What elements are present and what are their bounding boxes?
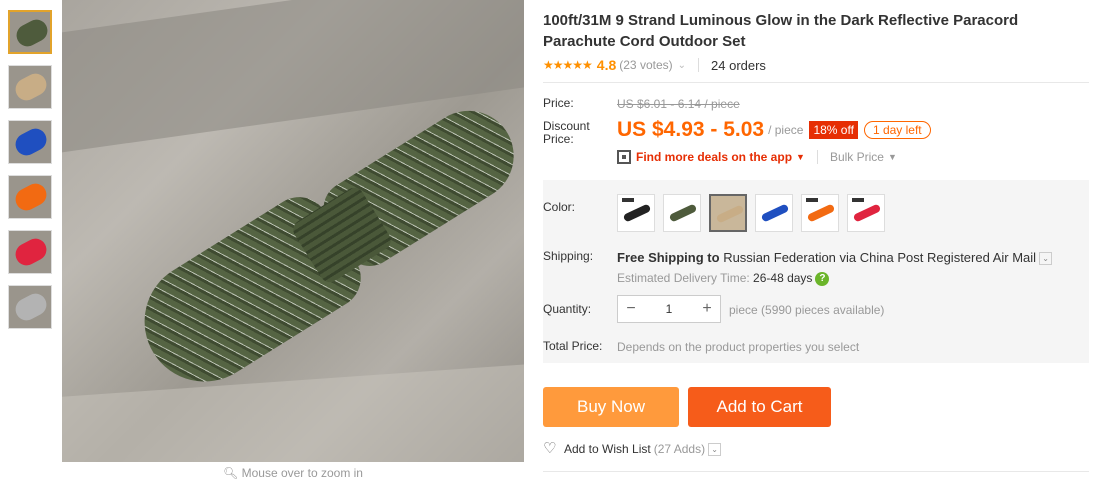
- rating-value: 4.8: [596, 57, 617, 73]
- price-label: Price:: [543, 96, 574, 110]
- divider: [698, 58, 700, 72]
- quantity-increase-button[interactable]: +: [694, 296, 720, 322]
- add-to-cart-button[interactable]: Add to Cart: [688, 387, 831, 427]
- wish-list-row: ♡ Add to Wish List (27 Adds) ⌄: [543, 441, 722, 456]
- color-label: Color:: [543, 200, 576, 214]
- thumbnail-image: [11, 69, 51, 105]
- quantity-input[interactable]: 1: [644, 302, 694, 316]
- color-swatches: [617, 194, 893, 232]
- chevron-down-icon[interactable]: ⌄: [678, 60, 686, 71]
- divider: [543, 82, 1089, 83]
- chevron-down-icon[interactable]: ⌄: [1039, 252, 1053, 266]
- zoom-hint: 🔍︎ Mouse over to zoom in: [62, 466, 524, 480]
- original-price: US $6.01 - 6.14 / piece: [617, 97, 740, 111]
- tag-icon: [622, 198, 634, 202]
- main-product-image[interactable]: [62, 0, 524, 462]
- app-deals-row: Find more deals on the app ▼ Bulk Price …: [617, 150, 897, 164]
- thumbnail-image: [11, 234, 51, 270]
- chevron-down-icon[interactable]: ⌄: [708, 442, 722, 456]
- thumbnail-5[interactable]: [8, 230, 52, 274]
- thumbnail-1[interactable]: [8, 10, 52, 54]
- delivery-label: Estimated Delivery Time:: [617, 271, 750, 286]
- app-deals-link[interactable]: Find more deals on the app: [636, 150, 792, 164]
- color-swatch-red[interactable]: [847, 194, 885, 232]
- countdown-badge: 1 day left: [863, 121, 931, 139]
- color-swatch-blue[interactable]: [755, 194, 793, 232]
- divider: [543, 471, 1089, 472]
- votes-count[interactable]: (23 votes): [619, 58, 672, 72]
- caret-down-icon[interactable]: ▼: [888, 152, 897, 162]
- bulk-price-link[interactable]: Bulk Price: [830, 150, 884, 164]
- thumbnail-3[interactable]: [8, 120, 52, 164]
- shipping-info: Free Shipping to Russian Federation via …: [617, 250, 1053, 286]
- thumbnail-image: [11, 124, 51, 160]
- color-swatch-black[interactable]: [617, 194, 655, 232]
- swatch-cord: [760, 203, 790, 223]
- delivery-days: 26-48 days: [753, 271, 813, 286]
- star-rating-icon: ★★★★★: [543, 58, 593, 72]
- total-price-label: Total Price:: [543, 339, 603, 353]
- price-unit: / piece: [768, 123, 804, 137]
- quantity-stepper: − 1 +: [617, 295, 721, 323]
- shipping-label: Shipping:: [543, 249, 594, 263]
- thumbnail-6[interactable]: [8, 285, 52, 329]
- image-background: [62, 363, 524, 462]
- thumbnail-list: [8, 10, 54, 340]
- swatch-cord: [668, 203, 698, 223]
- discount-price-label: Discount Price:: [543, 119, 590, 146]
- quantity-label: Quantity:: [543, 302, 592, 316]
- wish-list-count: (27 Adds): [653, 442, 706, 456]
- thumbnail-2[interactable]: [8, 65, 52, 109]
- product-title: 100ft/31M 9 Strand Luminous Glow in the …: [543, 12, 1019, 50]
- color-swatch-khaki[interactable]: [709, 194, 747, 232]
- thumbnail-image: [11, 179, 51, 215]
- rating-row: ★★★★★ 4.8 (23 votes) ⌄ 24 orders: [543, 57, 766, 73]
- tag-icon: [852, 198, 864, 202]
- divider: [816, 150, 818, 164]
- tag-icon: [806, 198, 818, 202]
- thumbnail-image: [12, 15, 50, 51]
- swatch-cord: [806, 203, 836, 223]
- orders-count: 24 orders: [711, 57, 766, 73]
- thumbnail-4[interactable]: [8, 175, 52, 219]
- color-swatch-orange[interactable]: [801, 194, 839, 232]
- quantity-decrease-button[interactable]: −: [618, 296, 644, 322]
- heart-plus-icon[interactable]: ♡: [543, 441, 559, 456]
- caret-down-icon[interactable]: ▼: [796, 152, 805, 162]
- swatch-cord: [715, 204, 745, 224]
- free-shipping-text: Free Shipping to: [617, 250, 720, 265]
- shipping-destination[interactable]: Russian Federation via China Post Regist…: [723, 250, 1036, 265]
- buy-now-button[interactable]: Buy Now: [543, 387, 679, 427]
- swatch-cord: [852, 203, 882, 223]
- zoom-hint-text: Mouse over to zoom in: [241, 466, 363, 480]
- thumbnail-image: [11, 289, 51, 325]
- discount-badge: 18% off: [809, 121, 858, 139]
- add-to-wish-list-link[interactable]: Add to Wish List: [564, 442, 651, 456]
- magnifier-icon: 🔍︎: [223, 466, 239, 480]
- question-icon[interactable]: ?: [815, 271, 830, 286]
- total-price-text: Depends on the product properties you se…: [617, 340, 860, 354]
- qr-code-icon: [617, 150, 631, 164]
- quantity-available: piece (5990 pieces available): [729, 303, 885, 317]
- discount-price: US $4.93 - 5.03: [617, 118, 765, 141]
- swatch-cord: [622, 203, 652, 223]
- color-swatch-army-green[interactable]: [663, 194, 701, 232]
